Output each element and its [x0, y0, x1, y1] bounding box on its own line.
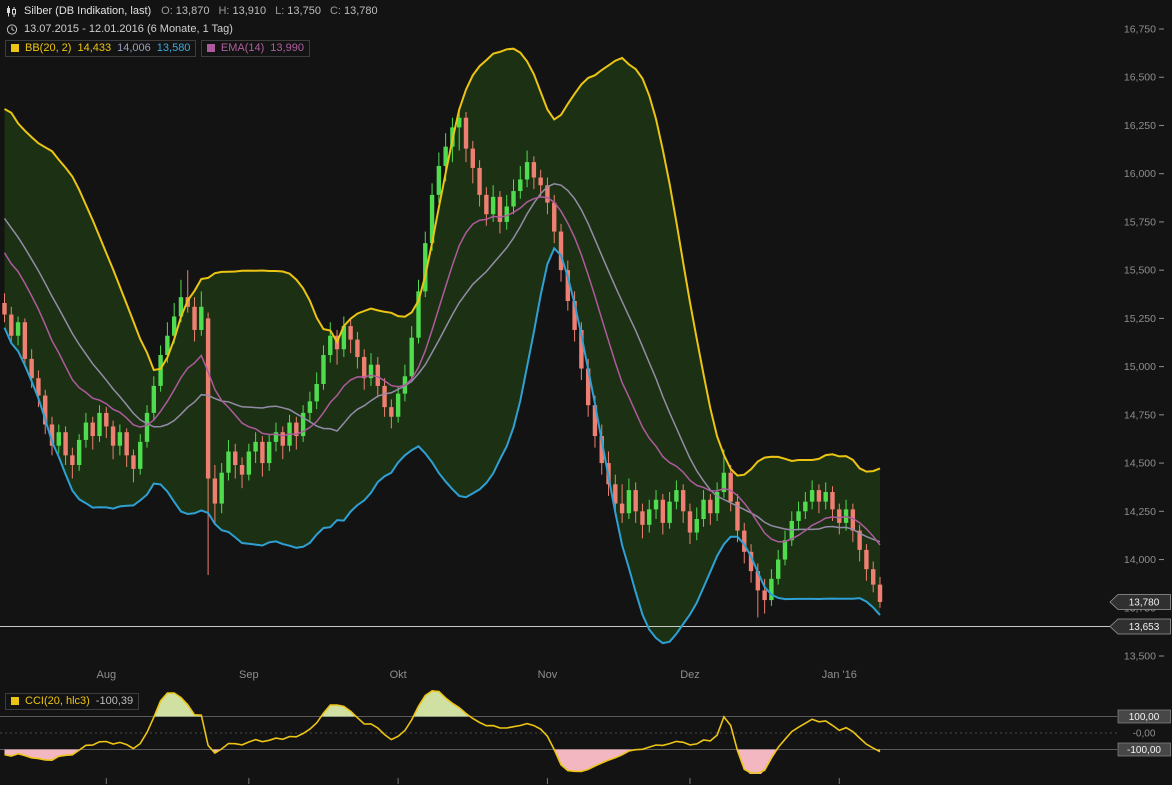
svg-text:14,500: 14,500	[1124, 458, 1156, 470]
bb-upper-value: 14,433	[77, 42, 111, 54]
svg-text:Nov: Nov	[538, 669, 558, 681]
svg-text:Sep: Sep	[239, 669, 259, 681]
date-range-text: 13.07.2015 - 12.01.2016 (6 Monate, 1 Tag…	[24, 23, 233, 35]
bb-color-chip	[11, 44, 19, 52]
open-label: O:	[161, 5, 173, 17]
close-value: 13,780	[344, 5, 378, 17]
chart-window: 16,750 16,500 16,250 16,000 15,750 15,500 15,2…	[0, 0, 1172, 785]
candlestick-icon	[5, 5, 18, 18]
ohlc-values: O:13,870 H:13,910 L:13,750 C:13,780	[161, 5, 377, 17]
svg-text:14,000: 14,000	[1124, 554, 1156, 566]
cci-panel: 100,00 -0,00 -100,00	[0, 690, 1171, 777]
svg-text:Dez: Dez	[680, 669, 700, 681]
chart-legend: Silber (DB Indikation, last) O:13,870 H:…	[5, 3, 378, 59]
svg-text:16,000: 16,000	[1124, 168, 1156, 180]
svg-text:13,500: 13,500	[1124, 651, 1156, 663]
svg-text:15,000: 15,000	[1124, 361, 1156, 373]
high-label: H:	[218, 5, 229, 17]
clock-icon	[5, 23, 18, 36]
svg-text:13,653: 13,653	[1129, 622, 1160, 633]
svg-text:16,500: 16,500	[1124, 72, 1156, 84]
ema-legend[interactable]: EMA(14) 13,990	[201, 40, 310, 57]
instrument-row: Silber (DB Indikation, last) O:13,870 H:…	[5, 3, 378, 19]
svg-text:16,750: 16,750	[1124, 24, 1156, 36]
price-chart-canvas[interactable]: 16,750 16,500 16,250 16,000 15,750 15,500 15,2…	[0, 0, 1172, 785]
ema-name: EMA(14)	[221, 42, 264, 54]
svg-text:-100,00: -100,00	[1127, 745, 1161, 756]
instrument-title: Silber (DB Indikation, last)	[24, 5, 151, 17]
svg-text:100,00: 100,00	[1129, 712, 1160, 723]
svg-text:-0,00: -0,00	[1133, 729, 1156, 740]
svg-text:Okt: Okt	[390, 669, 407, 681]
svg-text:Aug: Aug	[97, 669, 117, 681]
cci-legend-row[interactable]: CCI(20, hlc3) -100,39	[5, 693, 139, 710]
svg-text:14,750: 14,750	[1124, 409, 1156, 421]
close-label: C:	[330, 5, 341, 17]
cci-name: CCI(20, hlc3)	[25, 695, 90, 707]
svg-text:14,250: 14,250	[1124, 506, 1156, 518]
price-axis: 16,750 16,500 16,250 16,000 15,750 15,500 15,2…	[1124, 24, 1164, 663]
svg-text:15,750: 15,750	[1124, 216, 1156, 228]
bb-legend[interactable]: BB(20, 2) 14,433 14,006 13,580	[5, 40, 196, 57]
svg-text:13,780: 13,780	[1129, 597, 1160, 608]
bb-lower-value: 13,580	[157, 42, 191, 54]
cci-color-chip	[11, 697, 19, 705]
low-label: L:	[275, 5, 284, 17]
cci-value: -100,39	[96, 695, 133, 707]
low-value: 13,750	[287, 5, 321, 17]
bb-name: BB(20, 2)	[25, 42, 71, 54]
cci-panel-legend: CCI(20, hlc3) -100,39	[5, 692, 139, 712]
bb-middle-value: 14,006	[117, 42, 151, 54]
svg-text:Jan '16: Jan '16	[822, 669, 857, 681]
high-value: 13,910	[232, 5, 266, 17]
svg-text:15,250: 15,250	[1124, 313, 1156, 325]
svg-text:15,500: 15,500	[1124, 265, 1156, 277]
ema-value: 13,990	[270, 42, 304, 54]
date-range-row: 13.07.2015 - 12.01.2016 (6 Monate, 1 Tag…	[5, 21, 378, 37]
svg-text:16,250: 16,250	[1124, 120, 1156, 132]
open-value: 13,870	[176, 5, 210, 17]
ema-color-chip	[207, 44, 215, 52]
